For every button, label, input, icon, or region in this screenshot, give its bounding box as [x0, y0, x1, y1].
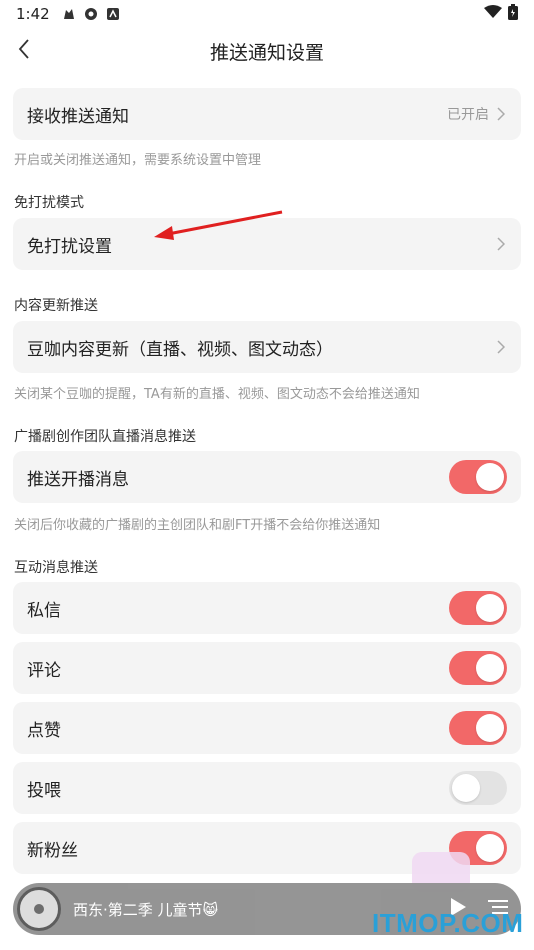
interaction-row-private-message: 私信	[13, 582, 521, 634]
interaction-label: 新粉丝	[27, 840, 78, 861]
interaction-row-feed: 投喂	[13, 762, 521, 814]
broadcast-live-hint: 关闭后你收藏的广播剧的主创团队和剧FT开播不会给你推送通知	[14, 518, 381, 533]
toggle-knob	[476, 714, 504, 742]
interaction-label: 投喂	[27, 780, 61, 801]
album-disc-icon	[17, 887, 61, 931]
toggle-knob	[476, 834, 504, 862]
receive-push-row[interactable]: 接收推送通知 已开启	[13, 88, 521, 140]
receive-push-hint: 开启或关闭推送通知，需要系统设置中管理	[14, 153, 262, 168]
feed-toggle[interactable]	[449, 771, 507, 805]
status-bar: 1:42	[0, 0, 534, 28]
toggle-knob	[476, 654, 504, 682]
battery-icon	[508, 4, 518, 24]
status-time: 1:42	[16, 5, 50, 23]
dnd-settings-row[interactable]: 免打扰设置	[13, 218, 521, 270]
chevron-left-icon	[18, 39, 30, 63]
content-update-row[interactable]: 豆咖内容更新（直播、视频、图文动态）	[13, 321, 521, 373]
nav-bar: 推送通知设置	[0, 28, 534, 74]
toggle-knob	[452, 774, 480, 802]
app-badge-icon	[106, 7, 120, 21]
watermark: ITMOP.COM	[372, 908, 524, 938]
interaction-row-like: 点赞	[13, 702, 521, 754]
wifi-icon	[484, 5, 502, 23]
broadcast-live-toggle[interactable]	[449, 460, 507, 494]
chevron-right-icon	[497, 106, 507, 122]
content-section-title: 内容更新推送	[14, 298, 98, 314]
broadcast-live-label: 推送开播消息	[27, 469, 129, 490]
content-update-label: 豆咖内容更新（直播、视频、图文动态）	[27, 339, 333, 360]
page-title: 推送通知设置	[209, 41, 324, 64]
dnd-settings-label: 免打扰设置	[27, 236, 112, 257]
app-notification-icon	[62, 7, 76, 21]
settings-sync-icon	[84, 7, 98, 21]
interaction-label: 评论	[27, 660, 61, 681]
comment-toggle[interactable]	[449, 651, 507, 685]
private-message-toggle[interactable]	[449, 591, 507, 625]
content-update-hint: 关闭某个豆咖的提醒，TA有新的直播、视频、图文动态不会给推送通知	[14, 387, 420, 402]
like-toggle[interactable]	[449, 711, 507, 745]
chevron-right-icon	[497, 339, 507, 355]
broadcast-section-title: 广播剧创作团队直播消息推送	[14, 429, 196, 445]
interaction-section-title: 互动消息推送	[14, 560, 98, 576]
toggle-knob	[476, 594, 504, 622]
interaction-label: 点赞	[27, 720, 61, 741]
toggle-knob	[476, 463, 504, 491]
broadcast-live-row: 推送开播消息	[13, 451, 521, 503]
receive-push-status: 已开启	[447, 107, 489, 123]
receive-push-label: 接收推送通知	[27, 106, 129, 127]
interaction-label: 私信	[27, 600, 61, 621]
dnd-section-title: 免打扰模式	[14, 195, 84, 211]
chevron-right-icon	[497, 236, 507, 252]
back-button[interactable]	[10, 34, 38, 68]
interaction-row-comment: 评论	[13, 642, 521, 694]
